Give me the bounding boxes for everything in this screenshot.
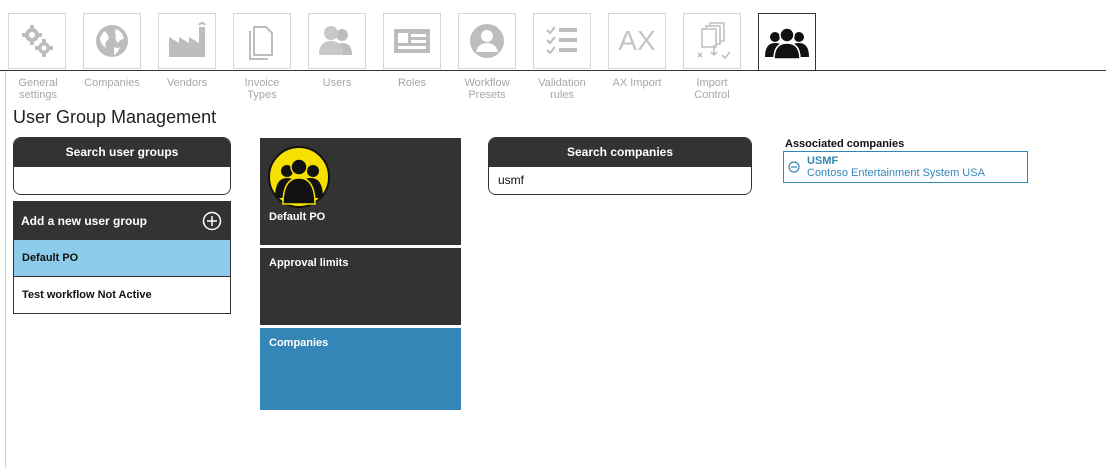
nav-label-roles: Roles xyxy=(397,77,427,89)
user-group-list: Add a new user group Default PO Test wor… xyxy=(13,201,231,314)
nav-tile-import-control[interactable] xyxy=(683,13,741,69)
nav-tile-user-groups[interactable] xyxy=(758,13,816,71)
globe-icon xyxy=(96,25,128,57)
nav-label-companies: Companies xyxy=(84,77,140,89)
nav-tile-ax-import[interactable]: AX xyxy=(608,13,666,69)
companies-tile-label: Companies xyxy=(269,337,329,349)
left-border xyxy=(5,71,6,468)
nav-label-general-settings: General settings xyxy=(18,77,58,101)
search-user-groups-panel: Search user groups xyxy=(13,137,231,195)
group-list-item[interactable]: Test workflow Not Active xyxy=(14,277,230,313)
group-avatar-icon xyxy=(268,146,330,208)
add-user-group-button[interactable]: Add a new user group xyxy=(14,202,230,240)
ax-icon: AX xyxy=(618,25,656,56)
nav-tile-users[interactable] xyxy=(308,13,366,69)
documents-icon xyxy=(249,26,273,60)
nav-tile-invoice-types[interactable] xyxy=(233,13,291,69)
companies-tile[interactable]: Companies xyxy=(260,328,461,410)
company-name: Contoso Entertainment System USA xyxy=(807,167,985,179)
company-code: USMF xyxy=(807,155,839,167)
user-circle-icon xyxy=(470,24,504,58)
search-companies-panel: Search companies xyxy=(488,137,752,195)
plus-circle-icon[interactable] xyxy=(202,211,222,231)
nav-tile-roles[interactable] xyxy=(383,13,441,69)
id-card-icon xyxy=(394,29,430,53)
nav-tile-general-settings[interactable] xyxy=(8,13,66,69)
group-profile-tile[interactable]: Default PO xyxy=(260,138,461,245)
nav-tile-vendors[interactable] xyxy=(158,13,216,69)
nav-tile-validation-rules[interactable] xyxy=(533,13,591,69)
gears-icon xyxy=(22,25,53,57)
nav-label-users: Users xyxy=(322,77,352,89)
page-title: User Group Management xyxy=(13,107,217,127)
approval-limits-label: Approval limits xyxy=(269,257,349,269)
group-list-item[interactable]: Default PO xyxy=(14,240,230,277)
import-control-icon xyxy=(697,22,731,60)
approval-limits-tile[interactable]: Approval limits xyxy=(260,248,461,325)
user-group-icon xyxy=(765,26,809,60)
search-user-groups-input[interactable] xyxy=(14,167,230,194)
associated-companies-title: Associated companies xyxy=(785,138,905,150)
remove-circle-icon[interactable] xyxy=(788,161,800,173)
add-user-group-label: Add a new user group xyxy=(21,214,148,228)
associated-company-item: USMF Contoso Entertainment System USA xyxy=(783,151,1028,183)
checklist-icon xyxy=(546,26,577,55)
nav-label-import-control: Import Control xyxy=(694,77,730,101)
nav-divider xyxy=(0,70,1106,71)
group-name-label: Default PO xyxy=(269,211,326,223)
search-user-groups-header: Search user groups xyxy=(14,138,230,167)
users-icon xyxy=(319,26,352,55)
search-companies-header: Search companies xyxy=(489,138,751,167)
nav-label-invoice-types: Invoice Types xyxy=(244,77,280,101)
nav-label-workflow-presets: Workflow Presets xyxy=(464,77,510,101)
nav-tile-workflow-presets[interactable] xyxy=(458,13,516,69)
search-companies-input[interactable] xyxy=(489,167,751,194)
nav-label-vendors: Vendors xyxy=(166,77,208,89)
factory-icon xyxy=(169,22,206,57)
nav-label-validation-rules: Validation rules xyxy=(538,77,586,101)
nav-label-ax-import: AX Import xyxy=(612,77,662,89)
nav-tile-companies[interactable] xyxy=(83,13,141,69)
